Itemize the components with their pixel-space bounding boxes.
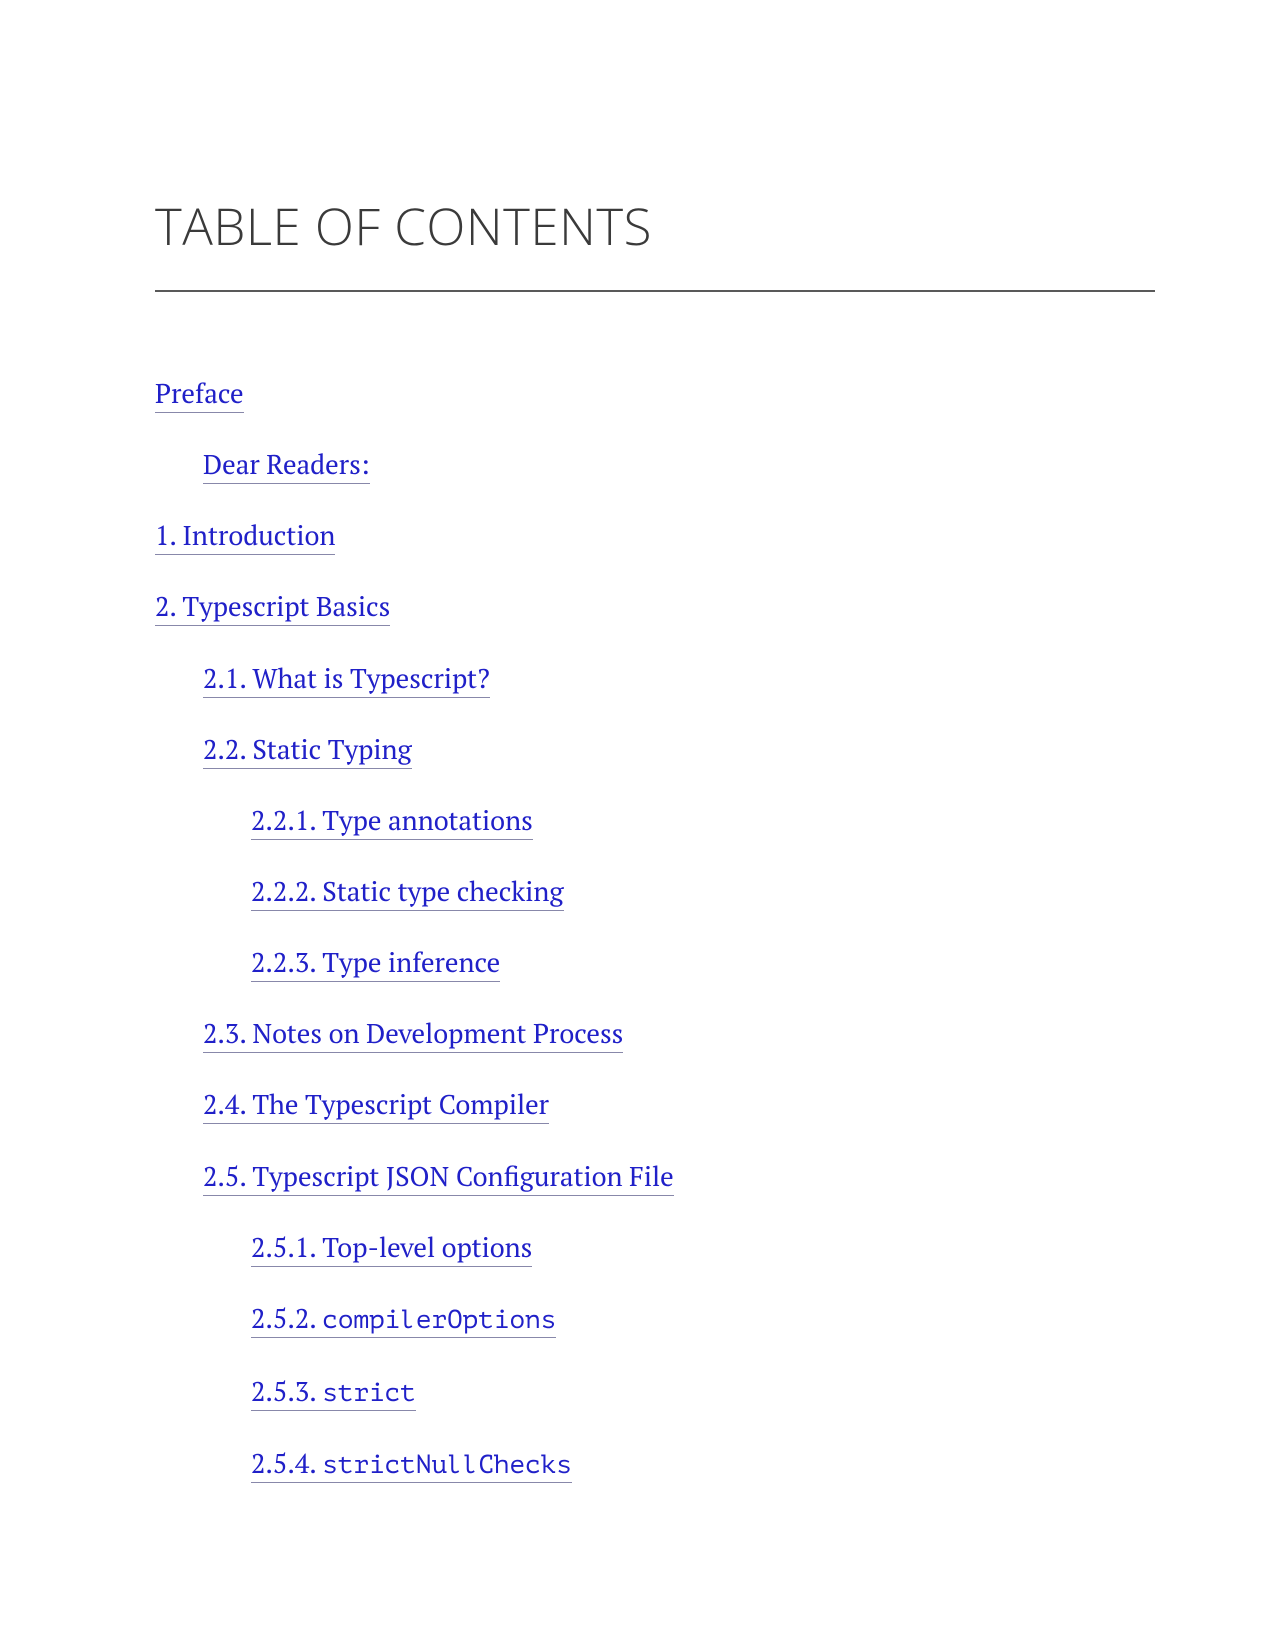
toc-link-code: strict [322, 1379, 416, 1408]
toc-link[interactable]: 2.2.1. Type annotations [251, 802, 533, 840]
toc-link-prefix: 2.5.3. [251, 1373, 322, 1409]
toc-link[interactable]: 2.1. What is Typescript? [203, 660, 490, 698]
toc-entry: 2.5.4. strictNullChecks [251, 1444, 1155, 1485]
toc-entry: 2.5.2. compilerOptions [251, 1299, 1155, 1340]
toc-entry: 2.1. What is Typescript? [203, 659, 1155, 698]
page-title: TABLE OF CONTENTS [155, 190, 1155, 292]
toc-link[interactable]: 2.5.4. strictNullChecks [251, 1445, 572, 1483]
toc-entry: 2.2.2. Static type checking [251, 872, 1155, 911]
toc-entry: 2.2. Static Typing [203, 730, 1155, 769]
toc-link[interactable]: 2.2. Static Typing [203, 731, 412, 769]
toc-link[interactable]: 2.4. The Typescript Compiler [203, 1086, 549, 1124]
toc-entry: 2.5. Typescript JSON Configuration File [203, 1157, 1155, 1196]
toc-link[interactable]: 2.5.1. Top-level options [251, 1229, 532, 1267]
toc-entry: 2.2.1. Type annotations [251, 801, 1155, 840]
toc-entry: Dear Readers: [203, 445, 1155, 484]
toc-link-prefix: 2.5.2. [251, 1300, 322, 1336]
toc-link[interactable]: 2.5.3. strict [251, 1373, 416, 1411]
toc-link[interactable]: 2.2.3. Type inference [251, 944, 500, 982]
toc-entry: 2.3. Notes on Development Process [203, 1014, 1155, 1053]
toc-link-code: strictNullChecks [322, 1451, 572, 1480]
toc-link[interactable]: 1. Introduction [155, 517, 335, 555]
toc-entry: 2.5.3. strict [251, 1372, 1155, 1413]
toc-link[interactable]: 2.3. Notes on Development Process [203, 1015, 623, 1053]
toc-entry: 1. Introduction [155, 516, 1155, 555]
toc-link[interactable]: 2.5. Typescript JSON Configuration File [203, 1158, 674, 1196]
toc-link-prefix: 2.5.4. [251, 1445, 322, 1481]
toc-entry: 2.5.1. Top-level options [251, 1228, 1155, 1267]
toc-entry: 2.4. The Typescript Compiler [203, 1085, 1155, 1124]
toc-entry: 2. Typescript Basics [155, 587, 1155, 626]
toc-link[interactable]: 2. Typescript Basics [155, 588, 390, 626]
toc-link[interactable]: 2.5.2. compilerOptions [251, 1300, 556, 1338]
toc-entry: Preface [155, 374, 1155, 413]
toc-link[interactable]: Dear Readers: [203, 446, 370, 484]
toc-entry: 2.2.3. Type inference [251, 943, 1155, 982]
toc-link[interactable]: Preface [155, 375, 244, 413]
page-container: TABLE OF CONTENTS Preface Dear Readers: 1.… [0, 0, 1275, 1485]
toc-link-code: compilerOptions [322, 1306, 556, 1335]
toc-link[interactable]: 2.2.2. Static type checking [251, 873, 564, 911]
table-of-contents: Preface Dear Readers: 1. Introduction 2. Ty… [155, 374, 1155, 1485]
